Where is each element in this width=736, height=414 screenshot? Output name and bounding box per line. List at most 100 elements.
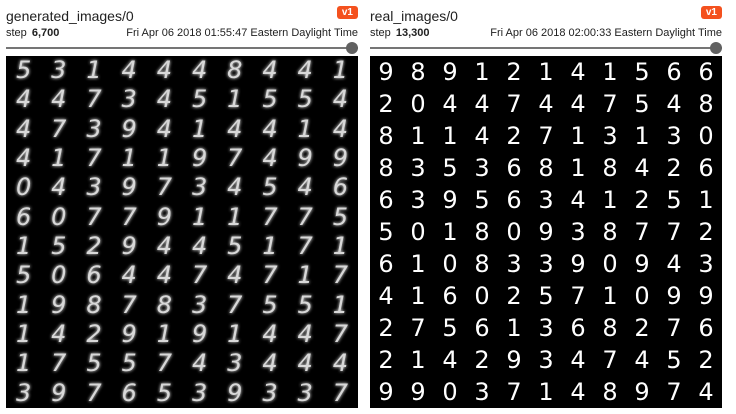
digit-cell: 0 [51, 202, 67, 231]
timestamp: Fri Apr 06 2018 02:00:33 Eastern Dayligh… [490, 27, 722, 39]
digit-cell: 9 [51, 290, 67, 319]
digit-cell: 1 [570, 122, 586, 150]
real-images-card: real_images/0 v1 step 13,300 Fri Apr 06 … [368, 0, 728, 414]
digit-cell: 2 [506, 282, 522, 310]
digit-cell: 8 [602, 218, 618, 246]
digit-cell: 3 [297, 378, 313, 407]
digit-cell: 3 [602, 122, 618, 150]
digit-cell: 6 [698, 314, 714, 342]
digit-cell: 1 [538, 378, 554, 406]
digit-cell: 1 [602, 282, 618, 310]
digit-cell: 5 [51, 232, 67, 260]
digit-cell: 1 [602, 186, 618, 214]
generated-images-card: generated_images/0 v1 step 6,700 Fri Apr… [4, 0, 364, 414]
step-slider[interactable] [6, 42, 358, 54]
digit-cell: 5 [297, 290, 313, 319]
digit-cell: 7 [506, 378, 522, 406]
digit-cell: 4 [442, 90, 458, 118]
digit-cell: 2 [378, 90, 394, 118]
digit-cell: 1 [297, 261, 313, 290]
digit-cell: 8 [410, 58, 426, 86]
digit-cell: 3 [538, 346, 554, 374]
digit-cell: 2 [698, 218, 714, 246]
digit-cell: 4 [51, 320, 67, 348]
digit-cell: 4 [297, 56, 313, 84]
digit-cell: 9 [297, 144, 313, 172]
digit-cell: 8 [227, 56, 243, 84]
digit-cell: 1 [332, 290, 349, 319]
digit-cell: 4 [15, 85, 32, 114]
digit-cell: 4 [378, 282, 394, 310]
digit-cell: 3 [410, 186, 426, 214]
digit-cell: 9 [227, 378, 243, 407]
digit-cell: 1 [191, 202, 208, 231]
slider-thumb[interactable] [346, 42, 358, 54]
digit-cell: 3 [15, 378, 32, 407]
digit-cell: 4 [332, 114, 349, 143]
digit-cell: 6 [666, 58, 682, 86]
digit-cell: 7 [666, 218, 682, 246]
digit-cell: 8 [698, 90, 714, 118]
digit-cell: 7 [262, 261, 278, 290]
digit-cell: 4 [297, 320, 313, 348]
digit-cell: 4 [332, 85, 349, 114]
digit-cell: 5 [121, 349, 137, 378]
digit-cell: 1 [121, 144, 137, 172]
step-slider[interactable] [370, 42, 722, 54]
digit-cell: 1 [156, 144, 173, 172]
digit-cell: 9 [51, 378, 67, 407]
digit-cell: 3 [227, 349, 243, 378]
digit-cell: 7 [227, 290, 243, 319]
digit-cell: 5 [86, 349, 102, 378]
digit-cell: 7 [86, 202, 102, 231]
digit-cell: 8 [378, 122, 394, 150]
digit-cell: 7 [156, 349, 173, 378]
digit-cell: 8 [474, 250, 490, 278]
digit-cell: 9 [506, 346, 522, 374]
digit-cell: 4 [262, 349, 278, 378]
digit-cell: 3 [506, 250, 522, 278]
digit-cell: 9 [666, 282, 682, 310]
digit-cell: 7 [297, 232, 313, 260]
digit-cell: 9 [634, 378, 650, 406]
digit-cell: 3 [474, 378, 490, 406]
digit-cell: 5 [634, 58, 650, 86]
digit-cell: 4 [297, 349, 313, 378]
digit-cell: 1 [86, 56, 102, 84]
step-value: 6,700 [31, 27, 60, 39]
digit-cell: 4 [297, 173, 313, 202]
digit-cell: 0 [506, 218, 522, 246]
digit-cell: 0 [442, 378, 458, 406]
image-grid: 9891214156620447447548811427131308353681… [370, 56, 722, 408]
digit-cell: 3 [191, 290, 208, 319]
digit-cell: 5 [262, 290, 278, 319]
digit-cell: 4 [570, 58, 586, 86]
slider-thumb[interactable] [710, 42, 722, 54]
digit-cell: 5 [538, 282, 554, 310]
digit-cell: 4 [191, 56, 208, 84]
digit-cell: 4 [666, 250, 682, 278]
digit-cell: 7 [332, 261, 349, 290]
digit-cell: 1 [51, 144, 67, 172]
digit-cell: 5 [227, 232, 243, 260]
digit-cell: 4 [474, 90, 490, 118]
digit-cell: 4 [227, 173, 243, 202]
digit-cell: 5 [15, 56, 32, 84]
digit-cell: 7 [227, 144, 243, 172]
card-title: real_images/0 [370, 8, 458, 24]
digit-cell: 5 [262, 173, 278, 202]
digit-cell: 3 [86, 114, 102, 143]
digit-cell: 8 [86, 290, 102, 319]
digit-cell: 1 [15, 290, 32, 319]
digit-cell: 2 [506, 58, 522, 86]
digit-cell: 2 [698, 346, 714, 374]
digit-cell: 4 [570, 378, 586, 406]
digit-cell: 0 [602, 250, 618, 278]
digit-cell: 4 [227, 261, 243, 290]
digit-cell: 4 [121, 56, 137, 84]
digit-cell: 4 [442, 346, 458, 374]
digit-cell: 1 [538, 58, 554, 86]
digit-cell: 1 [474, 58, 490, 86]
digit-cell: 6 [506, 186, 522, 214]
digit-cell: 9 [121, 232, 137, 260]
